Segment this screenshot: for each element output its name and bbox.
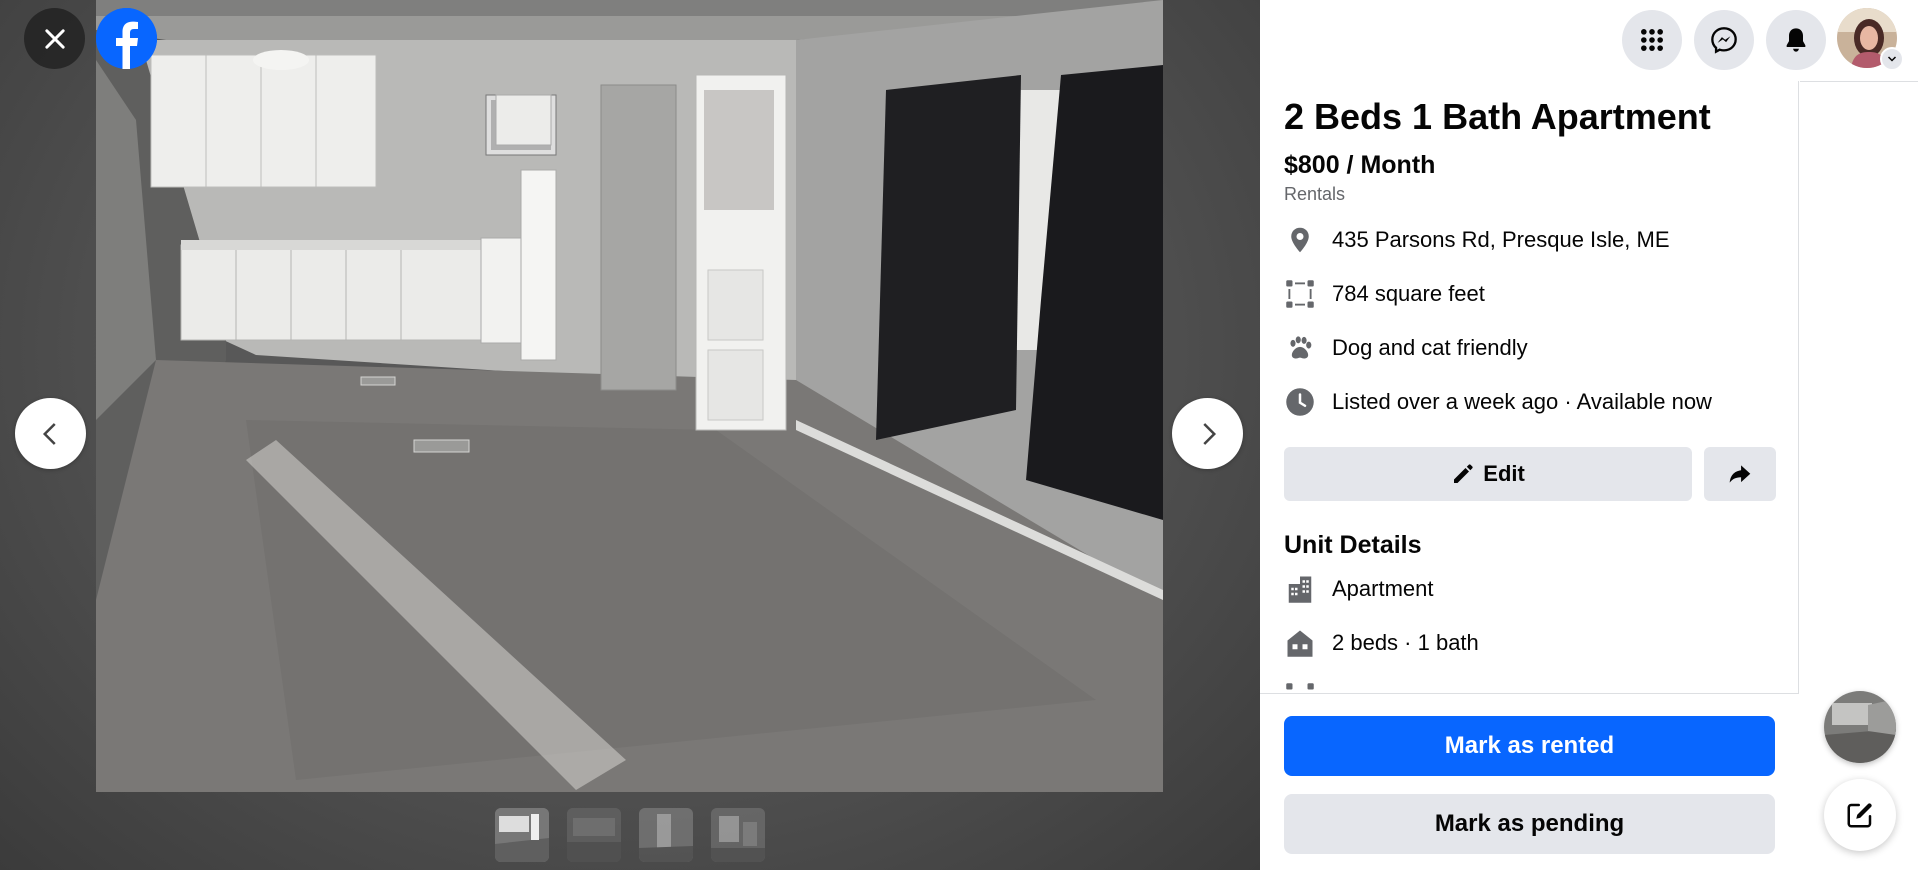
listing-title: 2 Beds 1 Bath Apartment	[1284, 96, 1711, 137]
listing-price: $800 / Month	[1284, 151, 1436, 179]
compose-icon	[1847, 803, 1872, 828]
more-details-row	[1284, 670, 1776, 693]
edit-label: Edit	[1483, 461, 1525, 486]
square-feet-icon	[1284, 681, 1316, 693]
location-pin-icon	[1284, 224, 1316, 256]
unit-type-row: Apartment	[1284, 562, 1776, 616]
listed-text: Listed over a week ago · Available now	[1332, 389, 1712, 414]
listing-details-panel: 2 Beds 1 Bath Apartment $800 / Month Ren…	[1260, 81, 1800, 693]
clock-icon	[1284, 386, 1316, 418]
messenger-button[interactable]	[1694, 10, 1754, 70]
menu-button[interactable]	[1622, 10, 1682, 70]
mark-as-pending-button[interactable]: Mark as pending	[1284, 794, 1775, 854]
home-icon	[1284, 627, 1316, 659]
square-feet-icon	[1284, 278, 1316, 310]
share-icon	[1729, 465, 1751, 483]
unit-type-text: Apartment	[1332, 576, 1434, 601]
listed-row: Listed over a week ago · Available now	[1284, 375, 1776, 429]
photo-thumbnail[interactable]	[711, 808, 765, 862]
menu-grid-icon	[1641, 29, 1663, 51]
messenger-icon	[1711, 27, 1737, 54]
facebook-logo-button[interactable]	[96, 8, 157, 69]
pencil-icon	[1454, 464, 1473, 483]
address-text: 435 Parsons Rd, Presque Isle, ME	[1332, 227, 1670, 252]
mark-as-rented-button[interactable]: Mark as rented	[1284, 716, 1775, 776]
unit-details-list: Apartment 2 beds · 1 bath	[1284, 562, 1776, 693]
close-icon	[44, 28, 65, 49]
photo-thumbnail[interactable]	[495, 808, 549, 862]
listing-category: Rentals	[1284, 184, 1346, 204]
chevron-right-icon	[1202, 422, 1216, 445]
facebook-logo-icon	[96, 8, 157, 69]
photo-thumbnail[interactable]	[567, 808, 621, 862]
new-message-button[interactable]	[1824, 779, 1896, 851]
listing-photo	[96, 0, 1163, 792]
photo-thumbnails	[495, 808, 765, 862]
size-text: 784 square feet	[1332, 281, 1485, 306]
unit-details-heading: Unit Details	[1284, 531, 1422, 559]
edit-listing-button[interactable]: Edit	[1284, 447, 1693, 501]
photo-viewer	[0, 0, 1260, 870]
next-photo-button[interactable]	[1172, 398, 1243, 469]
pets-text: Dog and cat friendly	[1332, 335, 1528, 360]
previous-photo-button[interactable]	[15, 398, 86, 469]
pets-row: Dog and cat friendly	[1284, 321, 1776, 375]
chevron-down-icon	[1887, 56, 1897, 62]
share-listing-button[interactable]	[1704, 447, 1776, 501]
building-icon	[1284, 573, 1316, 605]
listing-status-actions: Mark as rented Mark as pending	[1260, 693, 1799, 871]
chat-listing-thumbnail[interactable]	[1824, 691, 1896, 763]
beds-baths-text: 2 beds · 1 bath	[1332, 630, 1479, 655]
top-navigation-bar	[1260, 0, 1918, 82]
photo-thumbnail[interactable]	[639, 808, 693, 862]
address-row: 435 Parsons Rd, Presque Isle, ME	[1284, 213, 1776, 267]
notifications-bell-icon	[1786, 28, 1806, 52]
listing-info-list: 435 Parsons Rd, Presque Isle, ME 784 squ…	[1284, 213, 1776, 429]
beds-baths-row: 2 beds · 1 bath	[1284, 616, 1776, 670]
chevron-left-icon	[42, 422, 56, 445]
account-menu-chevron[interactable]	[1880, 47, 1904, 71]
listing-actions: Edit	[1284, 447, 1776, 501]
paw-icon	[1284, 332, 1316, 364]
size-row: 784 square feet	[1284, 267, 1776, 321]
close-viewer-button[interactable]	[24, 8, 85, 69]
notifications-button[interactable]	[1766, 10, 1826, 70]
